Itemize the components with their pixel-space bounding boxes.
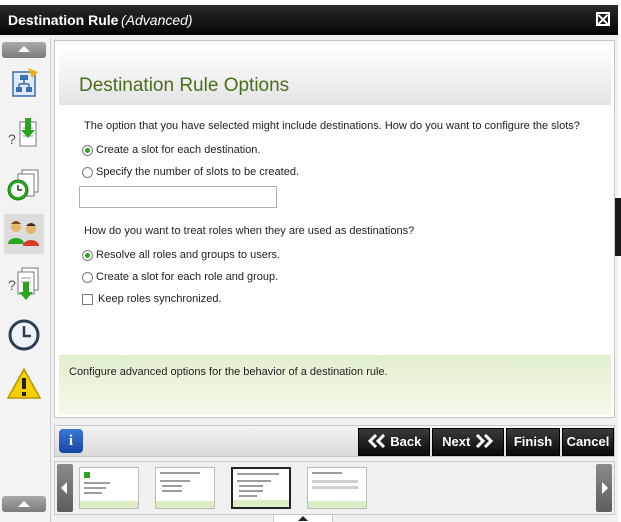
finish-button[interactable]: Finish <box>506 428 560 456</box>
slot-option-number-label[interactable]: Specify the number of slots to be create… <box>96 166 299 178</box>
events-clock-icon[interactable] <box>4 164 44 204</box>
back-button[interactable]: Back <box>358 428 430 456</box>
thumbnail-page[interactable] <box>307 467 367 509</box>
cancel-button[interactable]: Cancel <box>562 428 614 456</box>
role-option-resolve-label[interactable]: Resolve all roles and groups to users. <box>96 249 280 261</box>
slot-option-number-radio[interactable] <box>82 167 93 178</box>
wizard-titlebar: Destination Rule (Advanced) <box>0 5 618 35</box>
options-panel: Destination Rule Options The option that… <box>54 40 615 418</box>
thumbnail-page-current[interactable] <box>231 467 291 509</box>
slot-option-each-radio[interactable] <box>82 145 93 156</box>
svg-text:?: ? <box>8 277 16 293</box>
process-download-icon[interactable]: ? <box>4 114 44 154</box>
back-arrows-icon <box>367 433 385 449</box>
svg-text:?: ? <box>8 131 16 147</box>
keep-synchronized-label[interactable]: Keep roles synchronized. <box>98 293 222 305</box>
next-button[interactable]: Next <box>432 428 504 456</box>
slots-number-input[interactable] <box>79 186 277 208</box>
next-label: Next <box>442 434 471 449</box>
role-option-slot-radio[interactable] <box>82 272 93 283</box>
thumbnail-scroll-left-button[interactable] <box>57 464 73 512</box>
role-option-slot-label[interactable]: Create a slot for each role and group. <box>96 271 278 283</box>
thumbnail-page[interactable] <box>155 467 215 509</box>
description-text: Configure advanced options for the behav… <box>69 366 388 378</box>
keep-synchronized-checkbox[interactable] <box>82 294 93 305</box>
close-icon[interactable] <box>596 12 610 26</box>
sidebar: ? ? <box>0 38 51 522</box>
expand-tab[interactable] <box>273 514 333 522</box>
wizard-title: Destination Rule <box>8 12 119 28</box>
thumbnail-scroll-right-button[interactable] <box>596 464 612 512</box>
documents-download-icon[interactable]: ? <box>4 264 44 304</box>
sidebar-scroll-up-button[interactable] <box>2 42 46 58</box>
next-arrows-icon <box>475 433 494 449</box>
role-option-resolve-radio[interactable] <box>82 250 93 261</box>
info-button[interactable]: i <box>59 429 83 453</box>
warning-icon[interactable] <box>4 364 44 404</box>
wizard-mode: (Advanced) <box>121 12 193 28</box>
users-roles-icon[interactable] <box>4 214 44 254</box>
collapse-handle[interactable] <box>615 198 621 256</box>
sidebar-scroll-down-button[interactable] <box>2 496 46 512</box>
slots-question: The option that you have selected might … <box>84 120 580 132</box>
thumbnail-page[interactable] <box>79 467 139 509</box>
process-map-icon[interactable] <box>4 64 44 104</box>
back-label: Back <box>390 434 422 449</box>
slot-option-each-label[interactable]: Create a slot for each destination. <box>96 144 260 156</box>
roles-question: How do you want to treat roles when they… <box>84 225 415 237</box>
description-box: Configure advanced options for the behav… <box>59 355 611 415</box>
panel-header: Destination Rule Options <box>59 45 611 105</box>
button-bar: i Back Next Finish Cancel <box>54 425 615 457</box>
page-title: Destination Rule Options <box>79 75 290 96</box>
clock-icon[interactable] <box>4 314 44 354</box>
thumbnail-strip <box>54 461 615 515</box>
